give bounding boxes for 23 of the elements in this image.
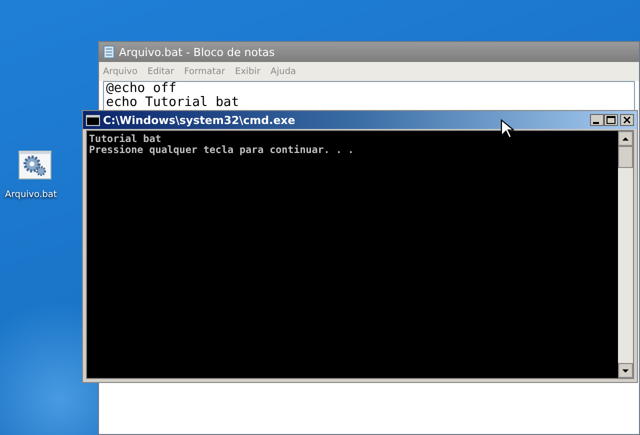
- console-line: Pressione qualquer tecla para continuar. . .: [89, 145, 355, 156]
- scroll-thumb[interactable]: [618, 146, 633, 168]
- menu-item[interactable]: Arquivo: [103, 66, 138, 76]
- text-editor[interactable]: @echo off echo Tutorial bat: [103, 81, 635, 110]
- notepad-icon: [103, 45, 115, 59]
- maximize-icon[interactable]: [604, 114, 618, 126]
- scroll-up-icon[interactable]: [618, 131, 633, 146]
- file-name[interactable]: Arquivo.bat: [5, 190, 57, 200]
- window-title: C:\Windows\system32\cmd.exe: [103, 114, 296, 126]
- console-line: Tutorial bat: [89, 134, 162, 145]
- gears-file-icon[interactable]: [18, 150, 52, 180]
- console-icon: [86, 114, 100, 126]
- menu-item[interactable]: Editar: [147, 66, 174, 76]
- code-line: @echo off: [106, 82, 178, 96]
- window-title: Arquivo.bat - Bloco de notas: [119, 46, 275, 58]
- menu-item[interactable]: Ajuda: [270, 66, 296, 76]
- menu-item[interactable]: Formatar: [184, 66, 226, 76]
- minimize-icon[interactable]: [590, 114, 604, 126]
- scrollbar[interactable]: [618, 131, 633, 378]
- scroll-down-icon[interactable]: [618, 363, 633, 378]
- close-icon[interactable]: [620, 114, 634, 126]
- menu-item[interactable]: Exibir: [235, 66, 260, 76]
- code-line: echo Tutorial bat: [106, 96, 240, 110]
